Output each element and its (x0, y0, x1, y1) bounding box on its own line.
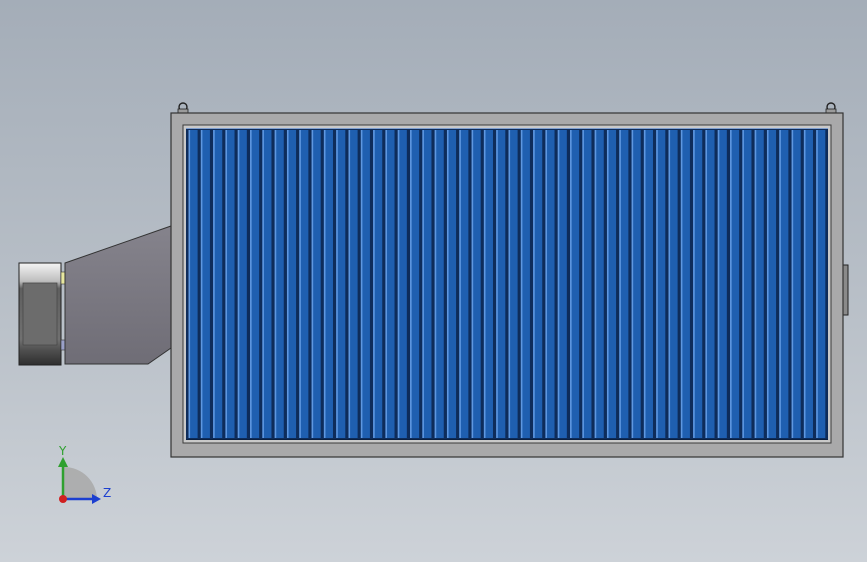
y-axis-arrow (58, 457, 68, 467)
y-axis-label: Y (58, 444, 67, 458)
x-axis-dot (59, 495, 67, 503)
z-axis-label: Z (103, 486, 111, 500)
orientation-triad[interactable]: Y Z (0, 0, 867, 562)
graphics-viewport[interactable]: Y Z (0, 0, 867, 562)
